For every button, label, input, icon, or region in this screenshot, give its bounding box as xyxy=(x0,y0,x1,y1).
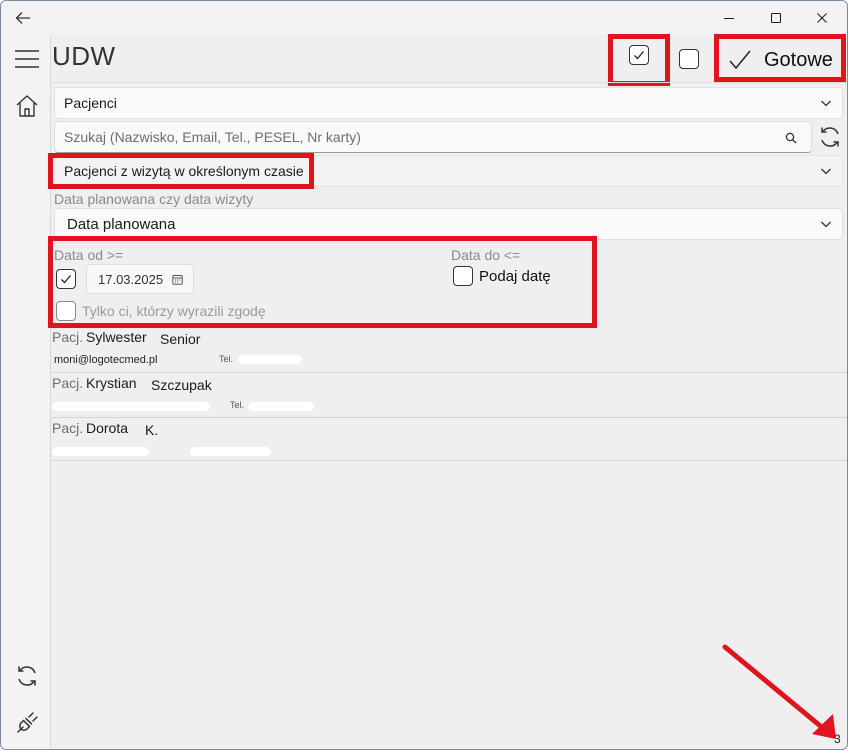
annotation-arrow xyxy=(722,644,836,739)
page-count: 3 xyxy=(834,732,841,746)
app-window: UDW Gotowe Pacjenci Szukaj (Nazwisko, Em… xyxy=(0,0,848,750)
